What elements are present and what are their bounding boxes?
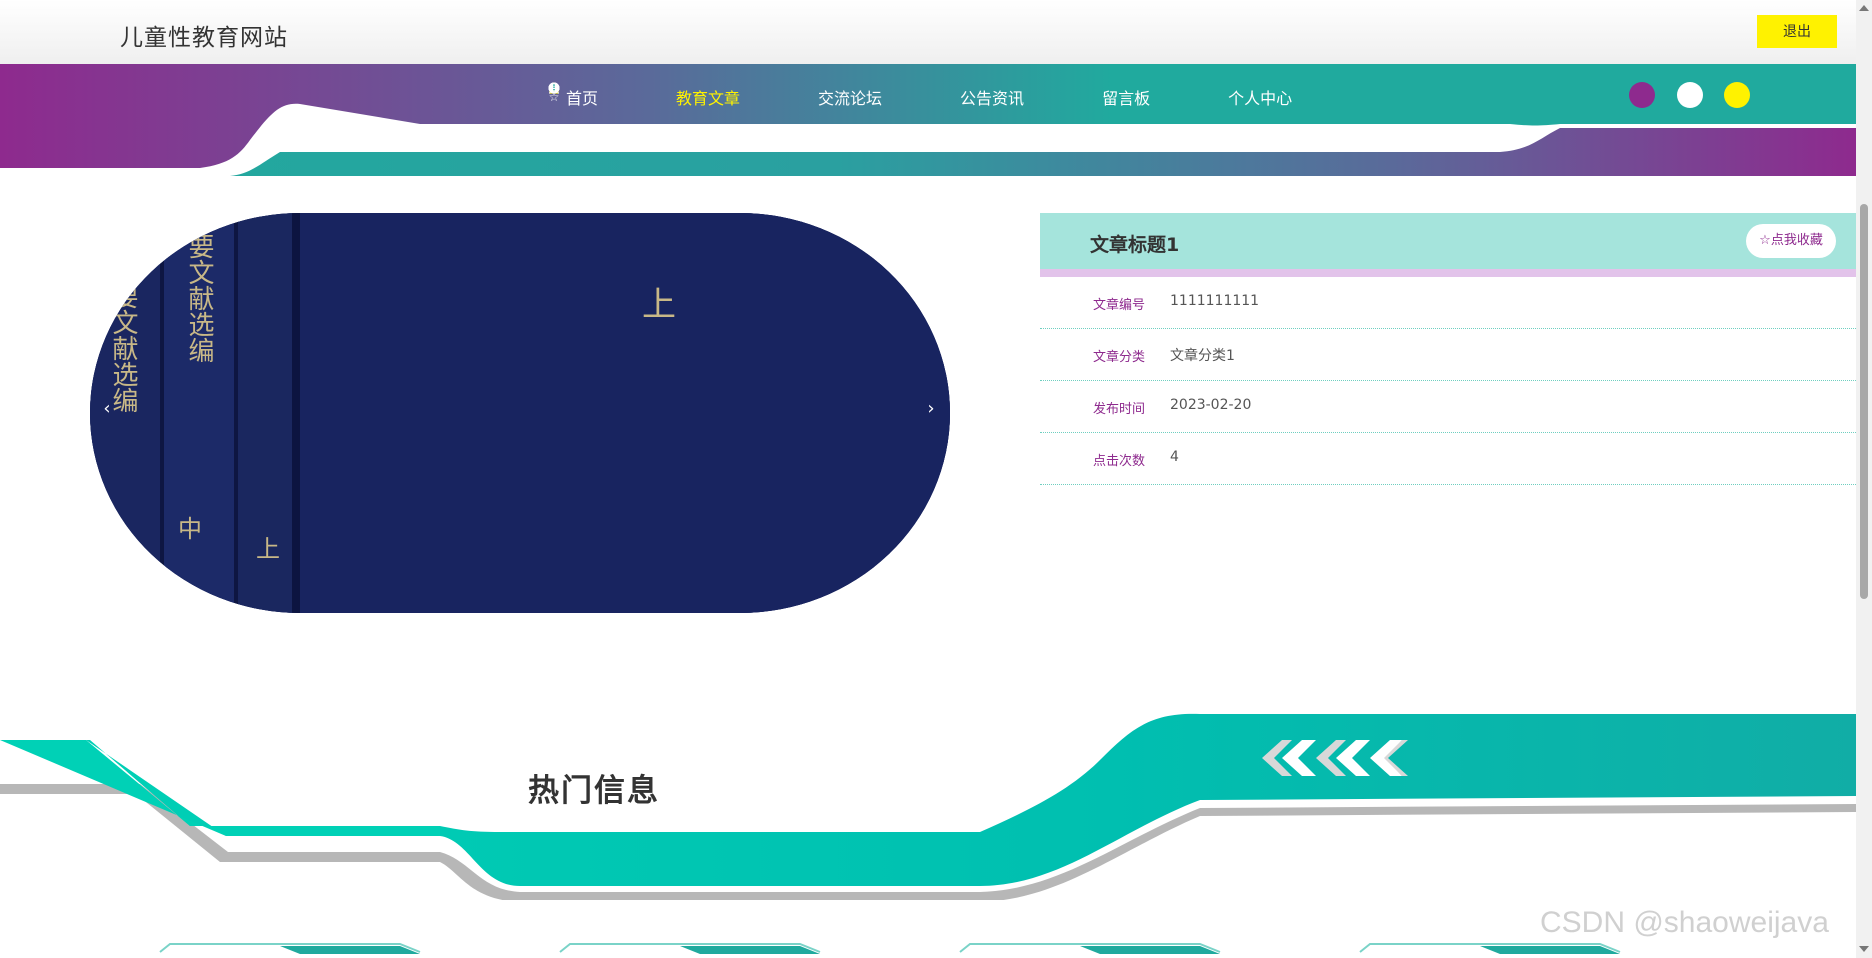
top-bar: 儿童性教育网站 退出 [0,0,1856,64]
nav-item-news[interactable]: ? 公告资讯 [548,82,1025,112]
hot-section-title: 热门信息 [528,773,660,809]
spine-text: 要文献选编 [108,283,138,413]
carousel-prev-button[interactable]: ‹ [100,396,114,422]
spine-text: 要文献选编 [184,233,214,363]
vertical-scrollbar[interactable] [1856,0,1872,958]
field-value: 4 [1170,449,1179,465]
nav-item-profile[interactable]: 个人中心 [548,82,1293,112]
spine-volume-upper: 上 [256,535,280,563]
page: 儿童性教育网站 退出 ☆ 首页 教育文章 交流论坛 公告资讯 留言板 个人中心 … [0,0,1872,958]
field-label: 点击次数 [1093,454,1146,469]
field-label: 文章分类 [1093,350,1146,365]
nav-item-label: 交流论坛 [818,89,883,108]
main-nav: ☆ 首页 教育文章 交流论坛 ? 公告资讯 [548,82,1352,112]
scroll-down-arrow-icon[interactable] [1859,946,1869,952]
article-field-row: 发布时间 2023-02-20 [1040,381,1856,433]
nav-item-forum[interactable]: 交流论坛 [548,82,883,112]
alert-icon [548,82,812,103]
spine-volume-middle: 中 [178,515,202,543]
nav-item-messages[interactable]: 留言板 [548,82,1151,112]
nav-item-label: 公告资讯 [960,89,1025,108]
article-field-row: 点击次数 4 [1040,433,1856,485]
image-carousel[interactable]: 要文献选编 要文献选编 上 中 上 [90,213,950,613]
article-header-strip [1040,269,1856,277]
logout-button[interactable]: 退出 [1757,15,1837,48]
help-icon: ? [548,82,954,103]
nav-item-articles[interactable]: 教育文章 [549,82,741,112]
user-icon [548,82,1222,103]
field-value: 文章分类1 [1170,348,1235,364]
hot-section-banner [0,713,1856,900]
carousel-next-button[interactable]: › [924,396,938,422]
field-value: 2023-02-20 [1170,397,1252,413]
scrollbar-thumb[interactable] [1860,204,1868,599]
bag-icon [549,82,670,103]
theme-yellow-button[interactable] [1724,82,1750,108]
theme-white-button[interactable] [1677,82,1703,108]
site-title: 儿童性教育网站 [120,25,288,51]
article-title: 文章标题1 [1090,234,1180,256]
hot-cards-row [159,943,1621,954]
watermark: CSDN @shaoweijava [1540,906,1829,939]
nav-item-label: 留言板 [1102,89,1151,108]
carousel-slide-image [90,213,950,613]
field-value: 1111111111 [1170,293,1260,309]
info-icon [548,82,1096,103]
nav-item-label: 个人中心 [1228,89,1293,108]
nav-item-label: 教育文章 [676,89,741,108]
scroll-up-arrow-icon[interactable] [1859,5,1869,11]
theme-purple-button[interactable] [1629,82,1655,108]
cover-title-text: 上 [642,285,676,325]
article-field-row: 文章分类 文章分类1 [1040,329,1856,381]
article-field-row: 文章编号 1111111111 [1040,277,1856,329]
field-label: 发布时间 [1093,402,1146,417]
field-label: 文章编号 [1093,298,1146,313]
nav-item-label: 首页 [566,89,599,108]
favorite-button[interactable]: ☆点我收藏 [1746,224,1836,258]
nav-band-background [0,64,1856,176]
nav-band: ☆ 首页 教育文章 交流论坛 ? 公告资讯 [0,64,1856,176]
